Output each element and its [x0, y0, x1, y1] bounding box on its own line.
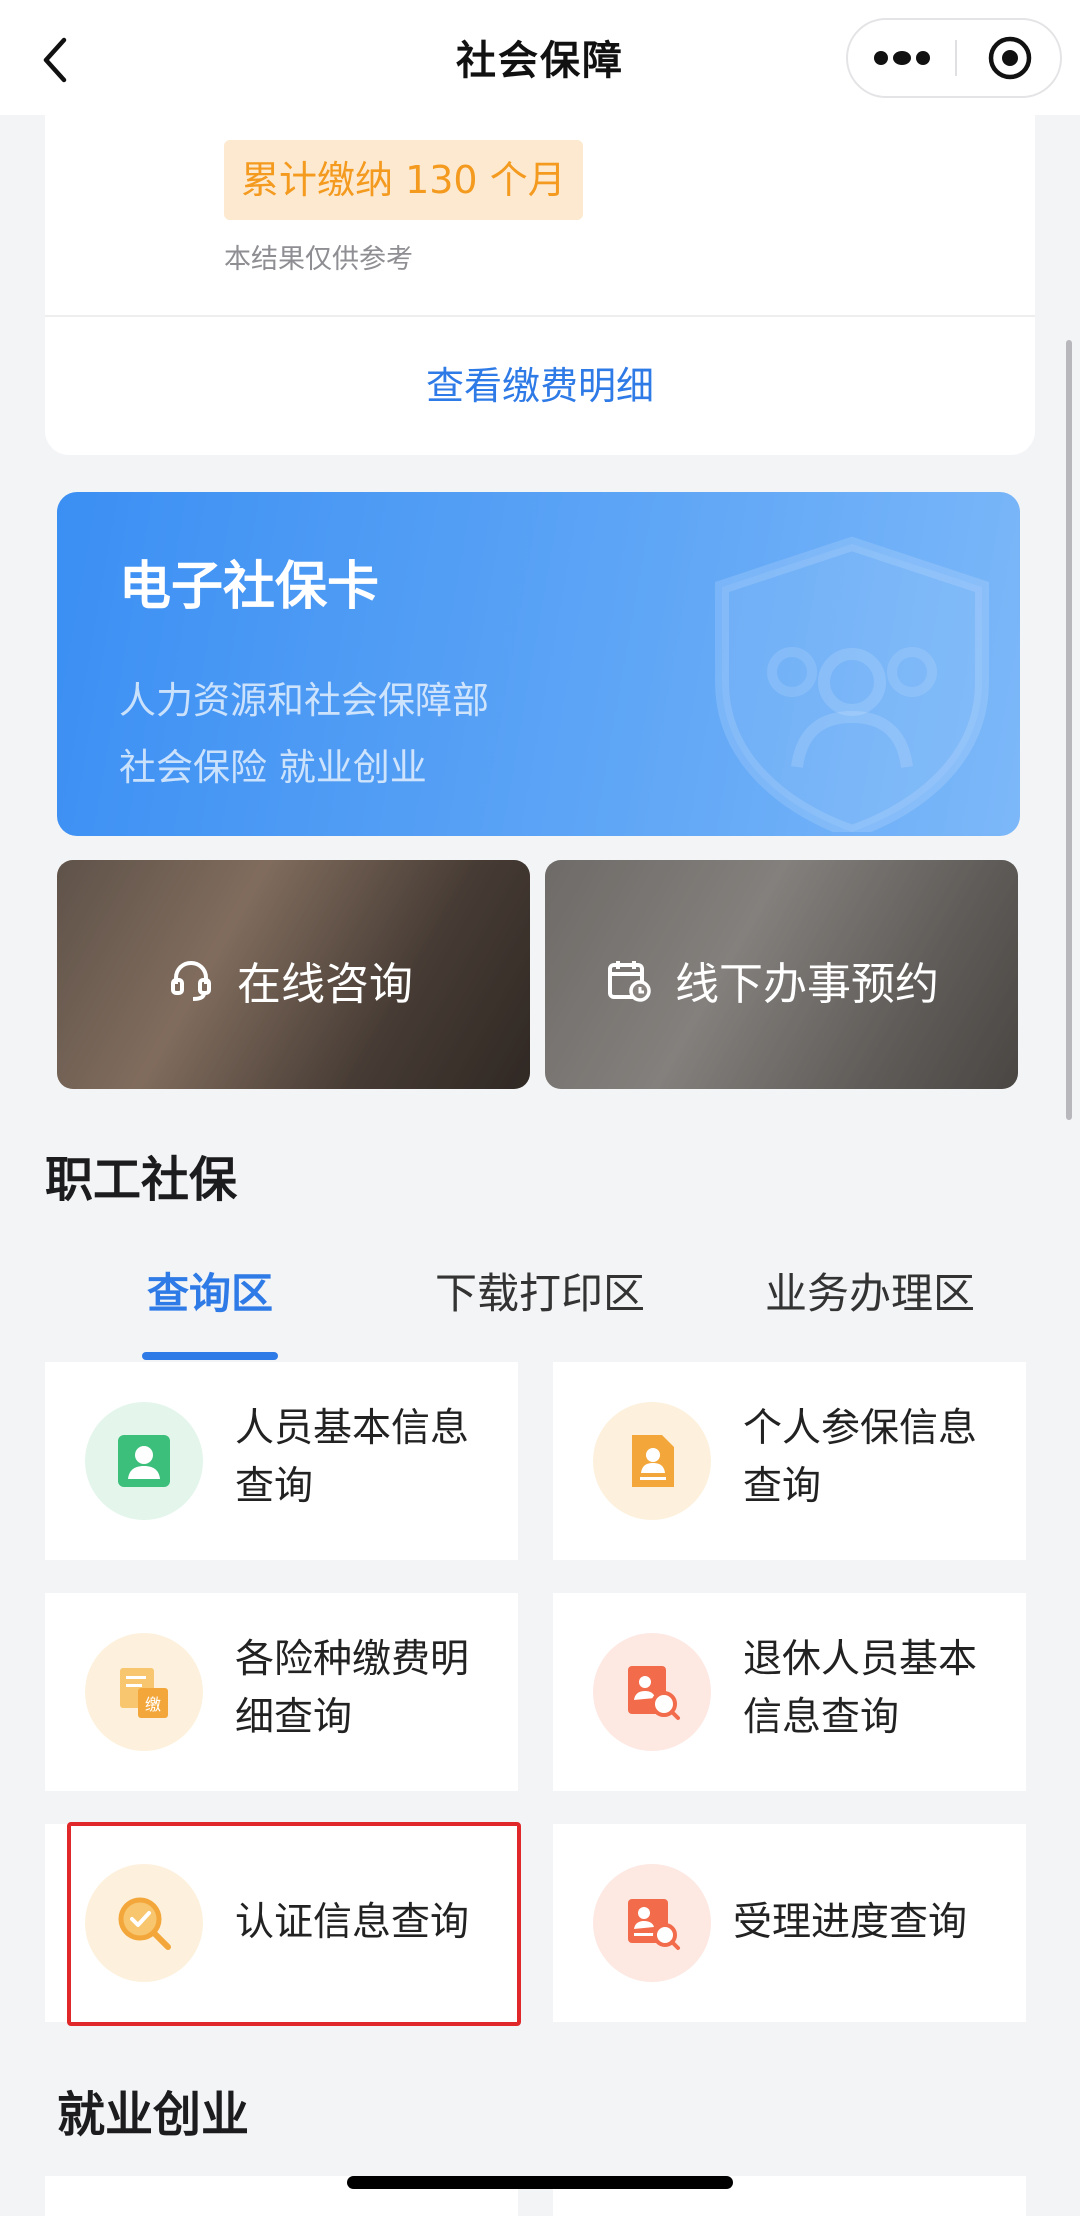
service-icon-wrap: [85, 1864, 203, 1982]
service-label: 各险种缴费明细查询: [235, 1637, 470, 1740]
person-card-icon: [118, 1435, 170, 1487]
service-label: 认证信息查询: [235, 1900, 470, 1945]
service-icon-wrap: [593, 1633, 711, 1751]
scrollbar[interactable]: [1066, 340, 1072, 1120]
shield-people-icon: [715, 536, 989, 832]
online-consult-text: 在线咨询: [237, 959, 413, 1010]
nav-bar: 社会保障: [0, 0, 1080, 115]
reference-note: 本结果仅供参考: [224, 244, 413, 275]
service-verify-info[interactable]: 认证信息查询: [45, 1824, 518, 2022]
service-progress[interactable]: 受理进度查询: [553, 1824, 1026, 2022]
more-dots-icon: [874, 51, 930, 65]
service-icon-wrap: 缴: [85, 1633, 203, 1751]
service-payment-detail[interactable]: 缴 各险种缴费明细查询: [45, 1593, 518, 1791]
calendar-clock-icon: [608, 961, 651, 1002]
target-close-icon: [988, 36, 1032, 80]
headset-icon: [171, 960, 211, 1001]
view-payment-detail-link[interactable]: 查看缴费明细: [45, 355, 1035, 410]
tab-download-print[interactable]: 下载打印区: [375, 1260, 705, 1321]
active-tab-indicator: [142, 1352, 278, 1360]
service-insured-info[interactable]: 个人参保信息查询: [553, 1362, 1026, 1560]
section-title-employment: 就业创业: [57, 2087, 250, 2143]
service-label: 退休人员基本信息查询: [743, 1637, 978, 1740]
verify-search-icon: [118, 1897, 171, 1950]
service-retiree-info[interactable]: 退休人员基本信息查询: [553, 1593, 1026, 1791]
retiree-search-icon: [628, 1666, 680, 1720]
ssc-title: 电子社保卡: [119, 557, 380, 617]
tab-query[interactable]: 查询区: [45, 1260, 375, 1321]
payment-doc-icon: 缴: [120, 1668, 168, 1718]
payment-summary-card: 累计缴纳 130 个月 本结果仅供参考 查看缴费明细: [45, 115, 1035, 455]
service-label: 受理进度查询: [733, 1900, 968, 1945]
tab-business[interactable]: 业务办理区: [705, 1260, 1035, 1321]
home-indicator: [347, 2176, 733, 2189]
more-button[interactable]: [848, 20, 955, 96]
electronic-ssc-card[interactable]: 电子社保卡 人力资源和社会保障部 社会保险 就业创业: [57, 492, 1020, 836]
service-label: 个人参保信息查询: [743, 1406, 978, 1509]
card-divider: [45, 315, 1035, 317]
online-consult-label: 在线咨询: [167, 948, 413, 1012]
insured-doc-icon: [632, 1435, 674, 1487]
tab-bar: 查询区 下载打印区 业务办理区: [0, 1250, 1080, 1365]
ssc-issuer: 人力资源和社会保障部: [119, 679, 489, 722]
online-consult-tile[interactable]: 在线咨询: [57, 860, 530, 1089]
service-icon-wrap: [85, 1402, 203, 1520]
offline-appointment-label: 线下办事预约: [605, 948, 939, 1012]
service-person-info[interactable]: 人员基本信息查询: [45, 1362, 518, 1560]
progress-search-icon: [628, 1899, 680, 1950]
offline-appointment-tile[interactable]: 线下办事预约: [545, 860, 1018, 1089]
offline-appointment-text: 线下办事预约: [675, 959, 939, 1010]
miniapp-capsule: [846, 18, 1062, 98]
payment-months-badge: 累计缴纳 130 个月: [224, 140, 583, 220]
section-title-employee: 职工社保: [45, 1152, 238, 1208]
ssc-categories: 社会保险 就业创业: [119, 746, 427, 789]
service-icon-wrap: [593, 1402, 711, 1520]
service-icon-wrap: [593, 1864, 711, 1982]
close-miniapp-button[interactable]: [957, 20, 1064, 96]
svg-text:缴: 缴: [145, 1695, 161, 1714]
service-label: 人员基本信息查询: [235, 1406, 470, 1509]
